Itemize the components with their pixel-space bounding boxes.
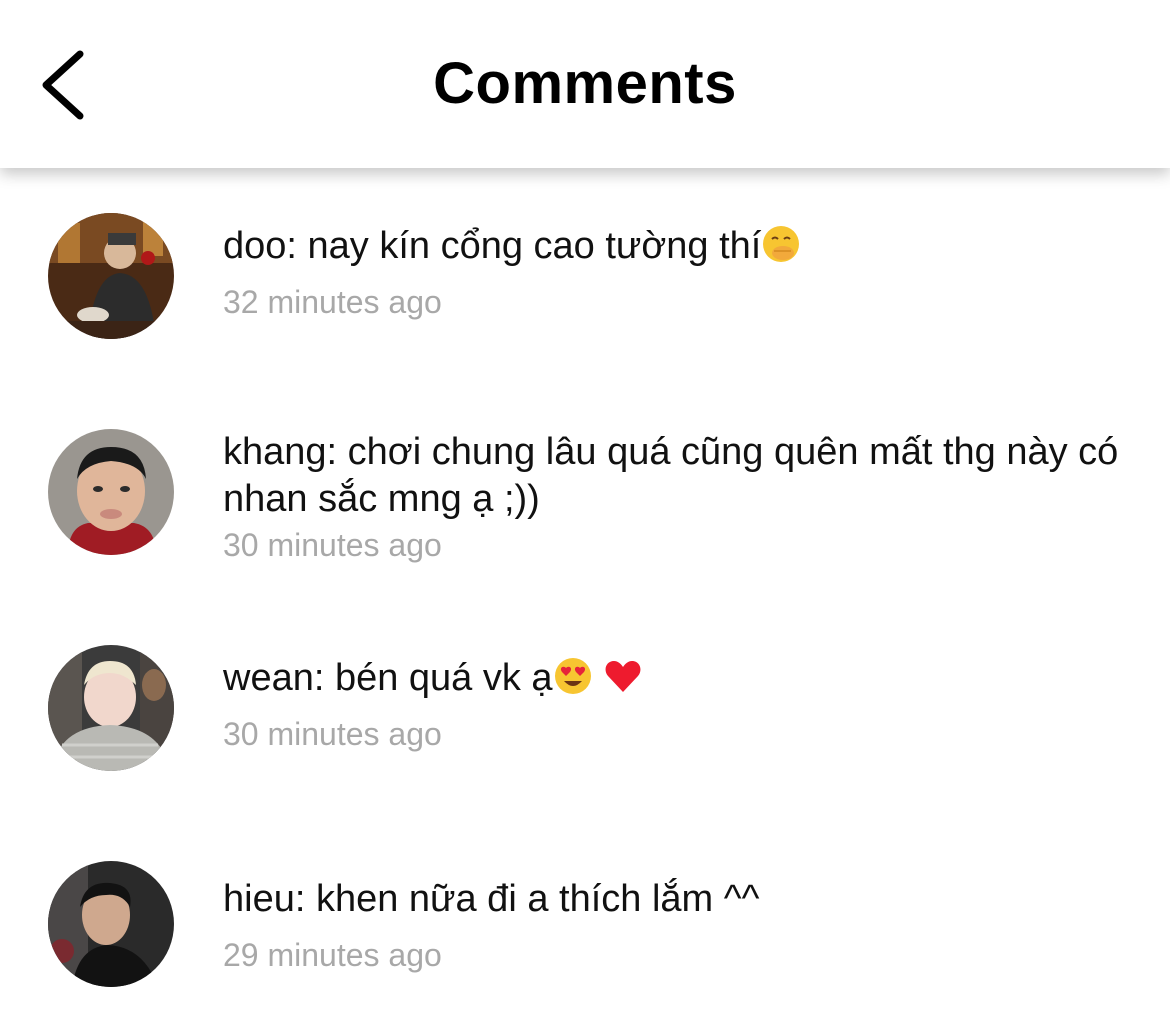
comment-body: wean: bén quá vk ạ	[223, 657, 553, 699]
comment-text: hieu: khen nữa đi a thích lắm ^^	[223, 878, 760, 920]
comment-text: doo: nay kín cổng cao tường thí	[223, 223, 1123, 270]
avatar[interactable]	[48, 213, 174, 339]
comment-time: 30 minutes ago	[223, 527, 442, 563]
red-heart-emoji-icon	[603, 656, 643, 696]
avatar[interactable]	[48, 861, 174, 987]
comment-text: wean: bén quá vk ạ	[223, 655, 1123, 702]
comment-body: doo: nay kín cổng cao tường thí	[223, 225, 762, 267]
avatar[interactable]	[48, 645, 174, 771]
comment-time: 29 minutes ago	[223, 937, 442, 973]
comment-time: 32 minutes ago	[223, 284, 442, 320]
comment-text: khang: chơi chung lâu quá cũng quên mất …	[223, 431, 1119, 520]
avatar[interactable]	[48, 429, 174, 555]
comment-time: 30 minutes ago	[223, 716, 442, 752]
heart-eyes-emoji-icon	[553, 656, 593, 696]
header-bar: Comments	[0, 0, 1170, 168]
page-title: Comments	[433, 51, 737, 116]
hand-over-mouth-emoji-icon	[761, 224, 801, 264]
